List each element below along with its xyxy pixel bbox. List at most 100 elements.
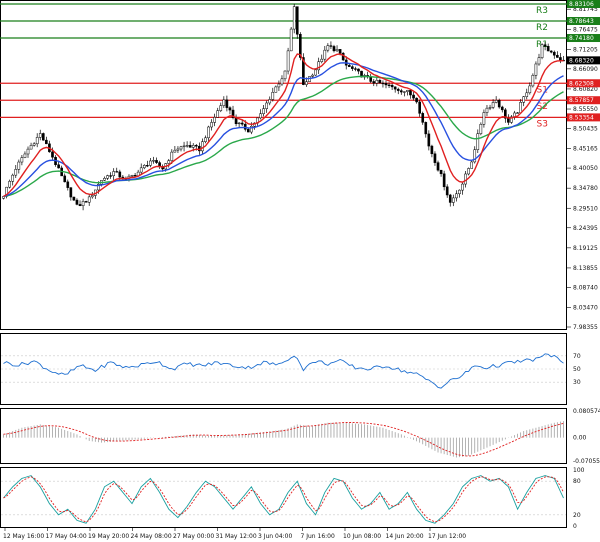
candle-body	[103, 177, 106, 181]
candle-body	[112, 171, 116, 177]
x-tick-label: 19 May 20:00	[88, 533, 129, 540]
candle-body	[66, 181, 70, 188]
candle-body	[87, 196, 91, 203]
candle-body	[237, 122, 241, 125]
candle-body	[63, 175, 67, 183]
x-tick-label: 3 Jun 04:00	[258, 533, 292, 540]
candle-body	[479, 124, 483, 134]
stoch-tick-label: 0	[573, 523, 577, 530]
candle-body	[149, 160, 152, 166]
candle-body	[436, 162, 440, 171]
candle-body	[11, 174, 15, 182]
candle-body	[384, 83, 388, 86]
candle-body	[378, 80, 382, 84]
y-tick-label: 8.08740	[573, 284, 598, 291]
candle-body	[393, 86, 397, 90]
candle-body	[418, 101, 421, 114]
candle-body	[448, 194, 452, 203]
candle-body	[20, 157, 24, 163]
candle-body	[507, 118, 510, 123]
level-tag-text: 8.62308	[569, 80, 594, 87]
candle-body	[476, 133, 480, 150]
candle-body	[292, 6, 296, 30]
candle-body	[35, 137, 39, 145]
level-tag-text: 8.53354	[569, 114, 594, 121]
candle-body	[519, 102, 522, 114]
candle-body	[283, 70, 287, 80]
y-tick-label: 8.40050	[573, 165, 598, 172]
level-tag-text: 8.74180	[569, 35, 594, 42]
y-tick-label: 8.29510	[573, 205, 598, 212]
candle-body	[372, 81, 376, 84]
y-tick-label: 8.55550	[573, 106, 598, 113]
x-tick-label: 17 May 04:00	[46, 533, 87, 540]
candle-body	[497, 100, 501, 108]
candle-body	[274, 86, 278, 93]
candle-body	[464, 173, 467, 185]
level-label-r3: R3	[536, 6, 548, 16]
candle-body	[415, 97, 418, 103]
candle-body	[556, 54, 559, 58]
candle-body	[210, 122, 213, 128]
level-tag-text: 8.78643	[569, 18, 594, 25]
level-label-r2: R2	[536, 23, 548, 33]
candle-body	[45, 139, 48, 145]
x-tick-label: 27 May 00:00	[173, 533, 214, 540]
candle-body	[118, 171, 122, 178]
candle-body	[146, 165, 149, 167]
candle-body	[41, 133, 45, 141]
y-tick-label: 7.98355	[573, 324, 598, 331]
candle-body	[182, 145, 186, 148]
candle-body	[69, 187, 73, 198]
candle-body	[424, 122, 428, 135]
x-tick-label: 17 Jun 12:00	[428, 533, 466, 540]
y-tick-label: 8.19125	[573, 245, 598, 252]
candle-body	[286, 50, 290, 72]
price-chart[interactable]: R3R2R1S1S2S3 8.817458.764758.712058.6609…	[0, 0, 600, 542]
candle-body	[305, 81, 308, 85]
candle-body	[179, 146, 183, 150]
candle-body	[482, 112, 486, 125]
candle-body	[133, 175, 137, 177]
candle-body	[72, 196, 76, 201]
candle-body	[439, 169, 443, 175]
candle-body	[51, 151, 54, 158]
x-tick-label: 7 Jun 16:00	[301, 533, 335, 540]
hist-tick-label: 0.080574	[573, 408, 600, 415]
candle-body	[207, 126, 210, 139]
candle-body	[369, 76, 373, 82]
candle-body	[421, 113, 425, 123]
candle-body	[78, 204, 82, 206]
candle-body	[390, 84, 394, 88]
candle-body	[139, 167, 143, 173]
candle-body	[430, 145, 434, 155]
candle-body	[228, 107, 232, 111]
candle-body	[240, 122, 244, 125]
osc-tick-label: 70	[573, 353, 581, 360]
candle-body	[109, 175, 112, 177]
candle-body	[17, 161, 21, 170]
candle-body	[243, 123, 247, 130]
candle-body	[329, 45, 333, 47]
candle-body	[427, 133, 431, 147]
candle-body	[26, 148, 30, 155]
candle-body	[467, 168, 470, 175]
candle-body	[115, 171, 119, 173]
candle-body	[173, 149, 177, 153]
x-tick-label: 10 Jun 08:00	[343, 533, 381, 540]
candle-body	[142, 165, 146, 169]
candle-body	[185, 145, 189, 147]
x-tick-label: 12 May 16:00	[3, 533, 44, 540]
candle-body	[500, 106, 504, 111]
candle-body	[540, 44, 544, 58]
candle-body	[442, 173, 446, 188]
candle-body	[188, 145, 192, 148]
candle-body	[265, 102, 268, 109]
candle-body	[412, 94, 415, 99]
candle-body	[152, 160, 155, 162]
candle-body	[225, 99, 229, 108]
candle-body	[549, 50, 553, 53]
candle-body	[559, 57, 562, 61]
candle-body	[516, 112, 519, 114]
candle-body	[8, 181, 11, 188]
